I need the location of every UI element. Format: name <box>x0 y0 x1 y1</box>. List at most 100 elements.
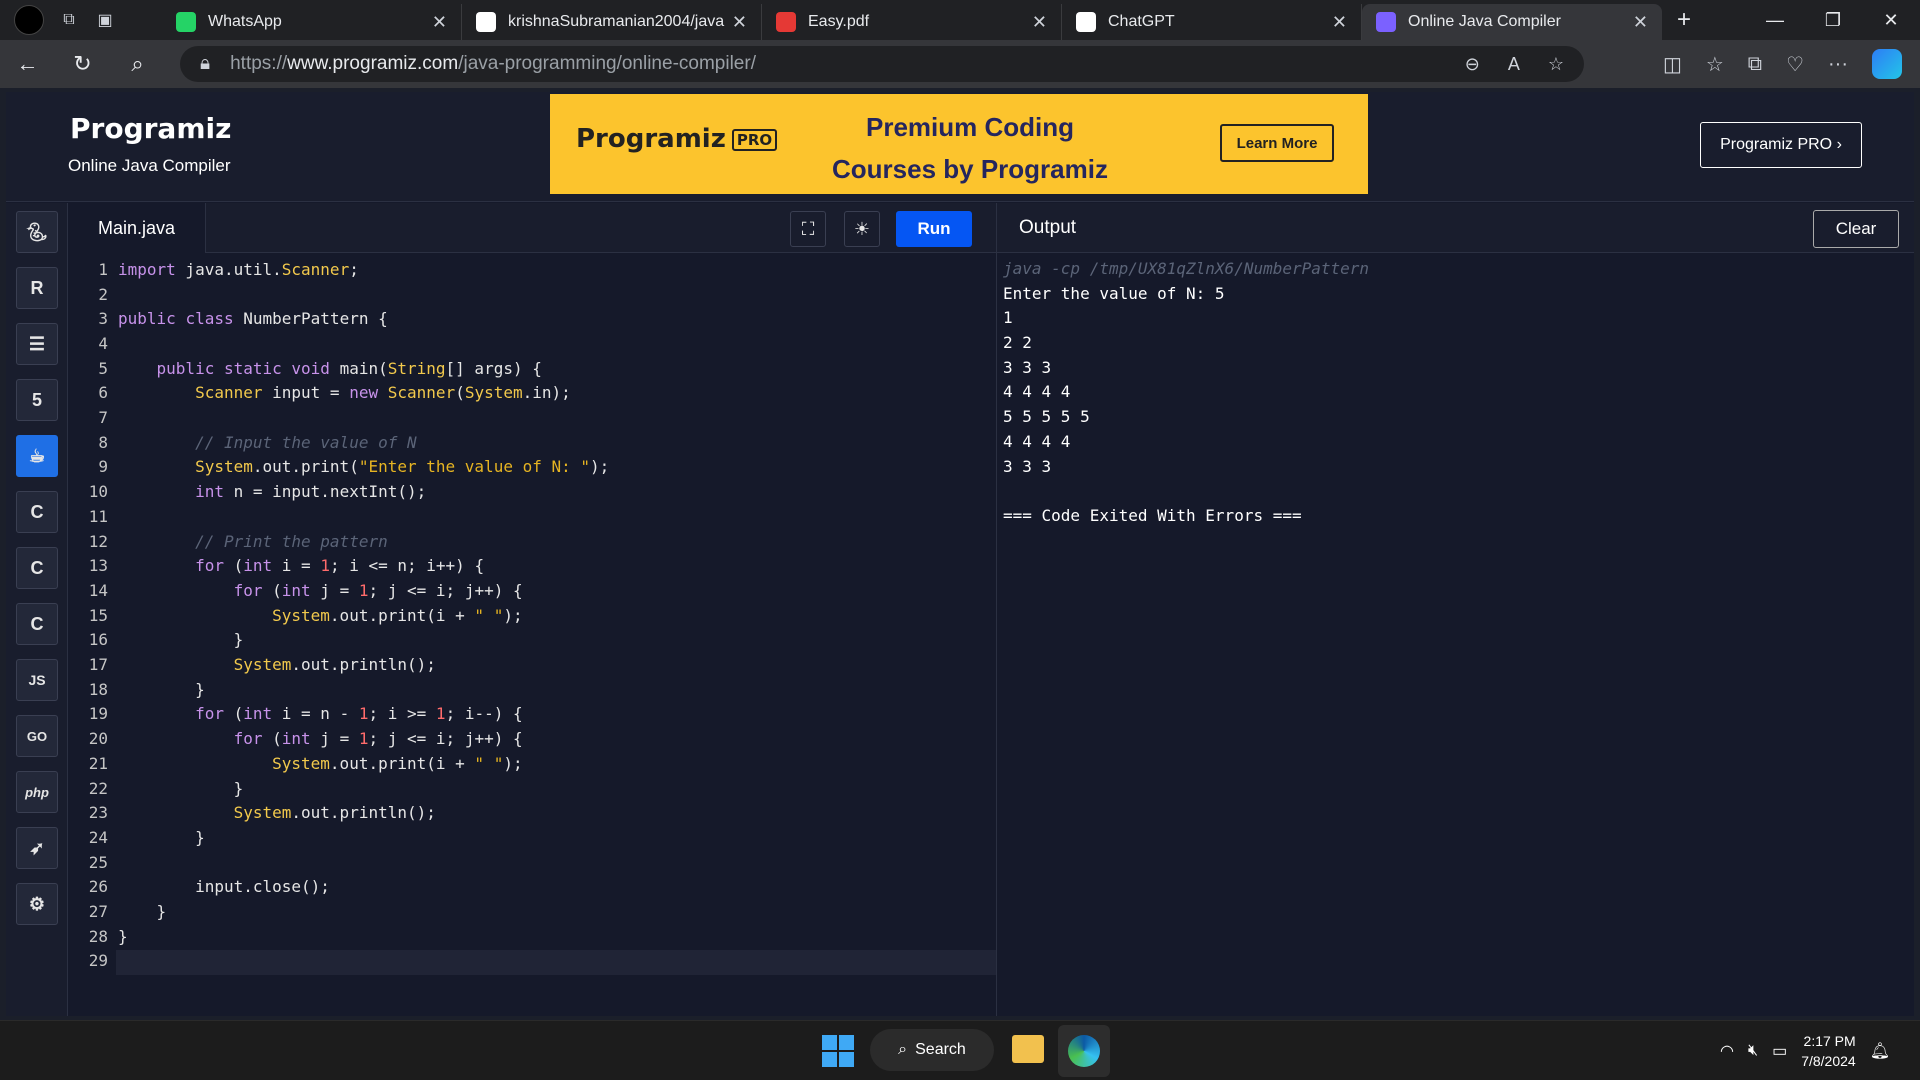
notification-bell-icon[interactable]: 🔔︎ <box>1870 1041 1890 1061</box>
code-line[interactable]: 5 public static void main(String[] args)… <box>68 356 996 381</box>
output-line: 3 3 3 <box>1003 456 1052 476</box>
run-button[interactable]: Run <box>896 211 972 247</box>
zoom-icon[interactable]: ⊖ <box>1465 54 1480 75</box>
browser-tab[interactable]: Online Java Compiler ✕ <box>1362 4 1662 40</box>
code-line[interactable]: 9 System.out.print("Enter the value of N… <box>68 455 996 480</box>
code-line[interactable]: 19 for (int i = n - 1; i >= 1; i--) { <box>68 702 996 727</box>
taskbar-search-button[interactable]: ⌕ Search <box>870 1029 994 1071</box>
file-explorer-icon[interactable] <box>1012 1035 1044 1063</box>
clock[interactable]: 2:17 PM 7/8/2024 <box>1801 1031 1856 1071</box>
programiz-logo[interactable]: Programiz <box>70 112 231 145</box>
read-aloud-icon[interactable]: A <box>1508 54 1520 75</box>
new-tab-button[interactable]: + <box>1662 6 1706 34</box>
code-line[interactable]: 27 } <box>68 899 996 924</box>
restore-button[interactable]: ❐ <box>1804 10 1862 31</box>
close-tab-icon[interactable]: ✕ <box>1032 12 1047 33</box>
promo-banner[interactable]: Programiz PRO Premium Coding Courses by P… <box>550 94 1368 194</box>
close-window-button[interactable]: ✕ <box>1862 10 1920 31</box>
wifi-icon[interactable]: ◠ <box>1720 1041 1734 1061</box>
search-icon[interactable]: ⌕ <box>110 51 165 77</box>
browser-tab[interactable]: krishnaSubramanian2004/java ✕ <box>462 4 762 40</box>
output-console[interactable]: java -cp /tmp/UX81qZlnX6/NumberPattern E… <box>996 253 1914 1016</box>
line-number: 27 <box>88 902 108 922</box>
favorite-star-icon[interactable]: ☆ <box>1548 54 1564 75</box>
workspaces-icon[interactable]: ⧉ <box>58 9 80 31</box>
url-input[interactable]: 🔒︎ https://www.programiz.com/java-progra… <box>180 46 1584 82</box>
close-tab-icon[interactable]: ✕ <box>1633 12 1648 33</box>
code-line[interactable]: 17 System.out.println(); <box>68 652 996 677</box>
code-line[interactable]: 11 <box>68 504 996 529</box>
browser-essentials-icon[interactable]: ♡ <box>1786 52 1804 77</box>
code-line[interactable]: 1 import java.util.Scanner; <box>68 257 996 282</box>
js-icon[interactable]: JS <box>16 659 58 701</box>
close-tab-icon[interactable]: ✕ <box>1332 12 1347 33</box>
code-line[interactable]: 26 input.close(); <box>68 875 996 900</box>
tab-actions-icon[interactable]: ▣ <box>94 9 116 31</box>
java-icon[interactable]: ☕︎ <box>16 435 58 477</box>
cpp-icon[interactable]: C <box>16 547 58 589</box>
programiz-pro-button[interactable]: Programiz PRO › <box>1700 122 1862 168</box>
c-icon[interactable]: C <box>16 491 58 533</box>
copilot-icon[interactable] <box>1872 49 1902 79</box>
code-line[interactable]: 10 int n = input.nextInt(); <box>68 479 996 504</box>
code-text: for (int j = 1; j <= i; j++) { <box>233 729 523 749</box>
clear-button[interactable]: Clear <box>1813 210 1899 248</box>
refresh-icon[interactable]: ↻ <box>55 51 110 77</box>
url-domain: www.programiz.com <box>287 53 459 74</box>
code-text: } <box>118 778 244 798</box>
browser-tab[interactable]: ChatGPT ✕ <box>1062 4 1362 40</box>
close-tab-icon[interactable]: ✕ <box>732 12 747 33</box>
browser-tab[interactable]: Easy.pdf ✕ <box>762 4 1062 40</box>
browser-tab[interactable]: WhatsApp ✕ <box>162 4 462 40</box>
swift-icon[interactable]: ➶ <box>16 827 58 869</box>
code-line[interactable]: 2 <box>68 282 996 307</box>
code-line[interactable]: 22 } <box>68 776 996 801</box>
theme-toggle-icon[interactable]: ☀︎ <box>844 211 880 247</box>
windows-start-icon[interactable] <box>822 1035 854 1067</box>
learn-more-button[interactable]: Learn More <box>1220 124 1334 162</box>
sql-icon[interactable]: ☰ <box>16 323 58 365</box>
code-line[interactable]: 29 <box>68 949 996 974</box>
python-icon[interactable]: 🐍︎ <box>16 211 58 253</box>
back-icon[interactable]: ← <box>0 51 55 77</box>
code-line[interactable]: 24 } <box>68 825 996 850</box>
code-line[interactable]: 20 for (int j = 1; j <= i; j++) { <box>68 726 996 751</box>
code-line[interactable]: 4 <box>68 331 996 356</box>
profile-avatar[interactable] <box>14 5 44 35</box>
r-icon[interactable]: R <box>16 267 58 309</box>
go-icon[interactable]: GO <box>16 715 58 757</box>
battery-icon[interactable]: ▭ <box>1772 1041 1787 1061</box>
code-line[interactable]: 6 Scanner input = new Scanner(System.in)… <box>68 381 996 406</box>
code-line[interactable]: 15 System.out.print(i + " "); <box>68 603 996 628</box>
close-tab-icon[interactable]: ✕ <box>432 12 447 33</box>
code-line[interactable]: 7 <box>68 405 996 430</box>
code-line[interactable]: 18 } <box>68 677 996 702</box>
code-line[interactable]: 13 for (int i = 1; i <= n; i++) { <box>68 553 996 578</box>
php-icon[interactable]: php <box>16 771 58 813</box>
minimize-button[interactable]: — <box>1746 10 1804 31</box>
code-line[interactable]: 28} <box>68 924 996 949</box>
fullscreen-icon[interactable]: ⛶ <box>790 211 826 247</box>
code-line[interactable]: 12 // Print the pattern <box>68 529 996 554</box>
rust-icon[interactable]: ⚙︎ <box>16 883 58 925</box>
code-line[interactable]: 8 // Input the value of N <box>68 430 996 455</box>
line-number: 15 <box>88 605 108 625</box>
search-label: Search <box>915 1041 966 1058</box>
code-line[interactable]: 25 <box>68 850 996 875</box>
more-menu-icon[interactable]: ··· <box>1828 53 1848 76</box>
edge-browser-icon[interactable] <box>1058 1025 1110 1077</box>
volume-muted-icon[interactable]: 🔇︎ <box>1748 1042 1758 1060</box>
search-icon: ⌕ <box>898 1041 908 1058</box>
split-screen-icon[interactable]: ◫ <box>1663 52 1682 77</box>
favorites-icon[interactable]: ☆ <box>1706 52 1724 77</box>
code-line[interactable]: 3 public class NumberPattern { <box>68 306 996 331</box>
code-line[interactable]: 23 System.out.println(); <box>68 800 996 825</box>
code-line[interactable]: 14 for (int j = 1; j <= i; j++) { <box>68 578 996 603</box>
collections-icon[interactable]: ⧉ <box>1748 53 1762 76</box>
html-icon[interactable]: 5 <box>16 379 58 421</box>
code-editor[interactable]: 1 import java.util.Scanner; 2 3 public class… <box>68 253 996 1016</box>
code-line[interactable]: 16 } <box>68 628 996 653</box>
code-line[interactable]: 21 System.out.print(i + " "); <box>68 751 996 776</box>
csharp-icon[interactable]: C <box>16 603 58 645</box>
file-tab[interactable]: Main.java <box>68 203 206 253</box>
